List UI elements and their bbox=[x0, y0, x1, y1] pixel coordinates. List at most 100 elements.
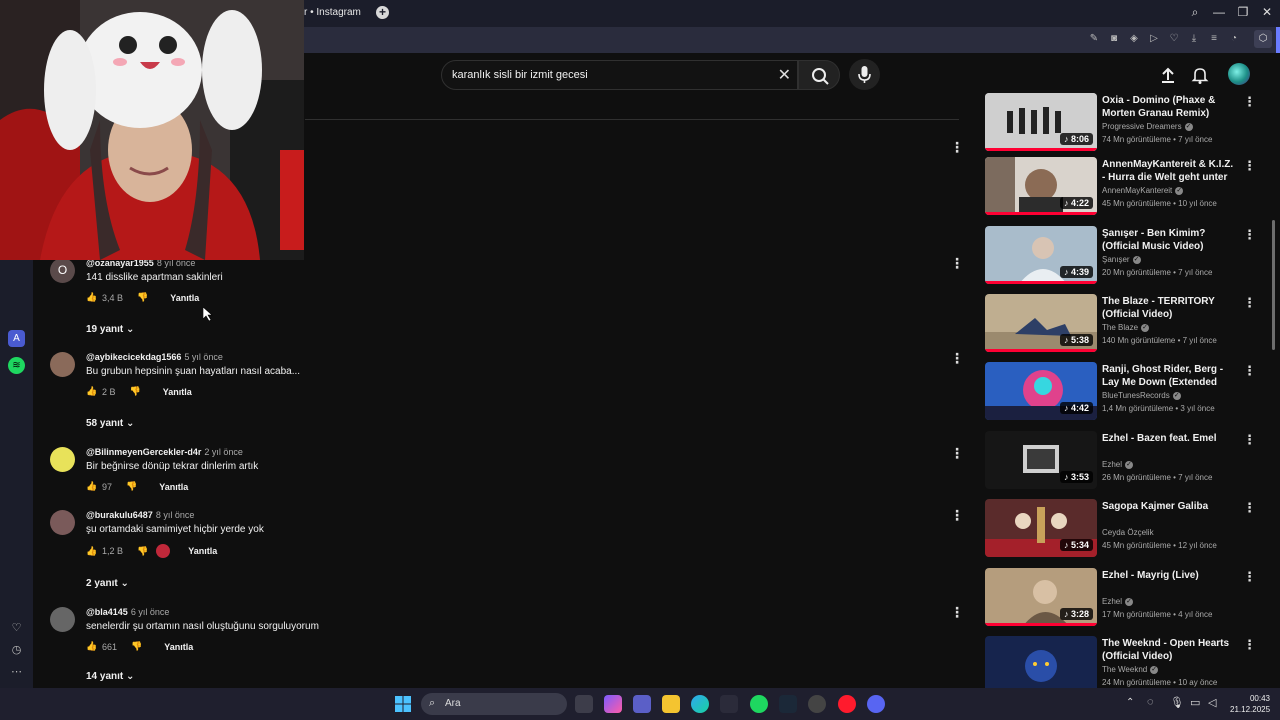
maximize-icon[interactable]: ❐ bbox=[1236, 4, 1250, 20]
chevron-up-icon[interactable]: ⌃ bbox=[1126, 697, 1134, 708]
related-video[interactable]: ♪ 3:53 Ezhel - Bazen feat. Emel Ezhel ✓ 2… bbox=[985, 431, 1256, 495]
video-thumbnail[interactable]: ♪ 4:39 bbox=[985, 226, 1097, 284]
dislike-icon[interactable]: 👎 bbox=[131, 641, 142, 652]
extensions-icon[interactable]: ⬡ bbox=[1254, 30, 1272, 48]
close-icon[interactable]: ✕ bbox=[778, 65, 791, 85]
like-icon[interactable]: 👍 bbox=[86, 546, 97, 557]
channel-name[interactable]: Progressive Dreamers bbox=[1102, 122, 1182, 131]
video-channel[interactable]: Ceyda Özçelik bbox=[1102, 528, 1154, 537]
avatar[interactable]: O bbox=[50, 258, 75, 283]
history-icon[interactable]: ◷ bbox=[8, 642, 25, 659]
channel-name[interactable]: Şanışer bbox=[1102, 255, 1130, 264]
related-video[interactable]: ♪ 5:34 Sagopa Kajmer Galiba Ceyda Özçeli… bbox=[985, 499, 1256, 563]
video-thumbnail[interactable]: ♪ 4:22 bbox=[985, 157, 1097, 215]
discord-icon[interactable] bbox=[867, 695, 885, 713]
opera-icon[interactable] bbox=[838, 695, 856, 713]
channel-name[interactable]: The Blaze bbox=[1102, 323, 1138, 332]
more-options-icon[interactable]: ⋮ bbox=[950, 351, 964, 365]
more-options-icon[interactable]: ⋮ bbox=[1243, 570, 1256, 583]
channel-name[interactable]: BlueTunesRecords bbox=[1102, 391, 1170, 400]
channel-name[interactable]: The Weeknd bbox=[1102, 665, 1147, 674]
comment-author[interactable]: @aybikecicekdag1566 bbox=[86, 352, 181, 362]
new-tab-button[interactable]: + bbox=[376, 6, 389, 19]
more-options-icon[interactable]: ⋮ bbox=[1243, 433, 1256, 446]
taskbar-search[interactable]: ⌕ Ara bbox=[421, 693, 567, 715]
replies-toggle[interactable]: 14 yanıt ⌄ bbox=[86, 671, 134, 682]
video-channel[interactable]: The Weeknd ✓ bbox=[1102, 665, 1159, 674]
comment-author[interactable]: @bla4145 bbox=[86, 607, 128, 617]
related-video[interactable]: The Weeknd - Open Hearts (Official Video… bbox=[985, 636, 1255, 688]
dislike-icon[interactable]: 👎 bbox=[137, 546, 148, 557]
like-icon[interactable]: 👍 bbox=[86, 481, 97, 492]
profile-icon[interactable]: ◔ bbox=[1228, 32, 1240, 46]
more-options-icon[interactable]: ⋮ bbox=[1243, 296, 1256, 309]
clock[interactable]: 00:43 21.12.2025 bbox=[1230, 693, 1270, 715]
spotify-icon[interactable] bbox=[750, 695, 768, 713]
search-query[interactable]: karanlık sisli bir izmit gecesi bbox=[452, 69, 588, 81]
comment-author[interactable]: @burakulu6487 bbox=[86, 510, 153, 520]
more-options-icon[interactable]: ⋮ bbox=[1243, 501, 1256, 514]
camera-icon[interactable]: ◙ bbox=[1108, 32, 1120, 46]
video-channel[interactable]: Şanışer ✓ bbox=[1102, 255, 1141, 264]
more-options-icon[interactable]: ⋮ bbox=[950, 140, 964, 154]
video-title[interactable]: The Weeknd - Open Hearts (Official Video… bbox=[1102, 637, 1238, 663]
close-window-icon[interactable]: ✕ bbox=[1260, 4, 1274, 20]
obs-icon[interactable] bbox=[808, 695, 826, 713]
edit-icon[interactable]: ✎ bbox=[1088, 32, 1100, 46]
spotify-icon[interactable]: ≋ bbox=[8, 357, 25, 374]
video-title[interactable]: Sagopa Kajmer Galiba bbox=[1102, 500, 1238, 513]
video-title[interactable]: Ezhel - Mayrig (Live) bbox=[1102, 569, 1238, 582]
edge-icon[interactable] bbox=[691, 695, 709, 713]
steam-icon[interactable] bbox=[779, 695, 797, 713]
video-thumbnail[interactable]: ♪ 8:06 bbox=[985, 93, 1097, 151]
aria-icon[interactable]: A bbox=[8, 330, 25, 347]
video-thumbnail[interactable]: ♪ 5:38 bbox=[985, 294, 1097, 352]
more-options-icon[interactable]: ⋮ bbox=[950, 605, 964, 619]
avatar[interactable] bbox=[50, 607, 75, 632]
reply-button[interactable]: Yanıtla bbox=[159, 482, 188, 492]
replies-toggle[interactable]: 19 yanıt ⌄ bbox=[86, 324, 134, 335]
video-channel[interactable]: Ezhel ✓ bbox=[1102, 597, 1134, 606]
video-title[interactable]: AnnenMayKantereit & K.I.Z. - Hurra die W… bbox=[1102, 158, 1238, 184]
more-icon[interactable]: ⋯ bbox=[8, 664, 25, 681]
display-icon[interactable]: ▭ bbox=[1190, 696, 1200, 709]
menu-icon[interactable]: ≡ bbox=[1208, 32, 1220, 46]
more-options-icon[interactable]: ⋮ bbox=[950, 256, 964, 270]
video-channel[interactable]: The Blaze ✓ bbox=[1102, 323, 1150, 332]
more-options-icon[interactable]: ⋮ bbox=[1243, 228, 1256, 241]
more-options-icon[interactable]: ⋮ bbox=[950, 446, 964, 460]
more-options-icon[interactable]: ⋮ bbox=[1243, 95, 1256, 108]
browser-tab-title[interactable]: r • Instagram bbox=[304, 7, 361, 18]
comment-author[interactable]: @BilinmeyenGercekler-d4r bbox=[86, 447, 201, 457]
notifications-button[interactable] bbox=[1190, 65, 1210, 85]
volume-icon[interactable]: ◁ bbox=[1208, 696, 1216, 709]
video-title[interactable]: The Blaze - TERRITORY (Official Video) bbox=[1102, 295, 1238, 321]
like-icon[interactable]: 👍 bbox=[86, 292, 97, 303]
scrollbar-thumb[interactable] bbox=[1272, 220, 1275, 350]
related-video[interactable]: ♪ 4:22 AnnenMayKantereit & K.I.Z. - Hurr… bbox=[985, 157, 1256, 221]
windows-start-icon[interactable] bbox=[395, 696, 411, 712]
channel-name[interactable]: AnnenMayKantereit bbox=[1102, 186, 1172, 195]
search-tabs-icon[interactable]: ⌕ bbox=[1188, 4, 1202, 20]
account-avatar[interactable] bbox=[1228, 63, 1250, 85]
like-icon[interactable]: 👍 bbox=[86, 641, 97, 652]
heart-icon[interactable]: ♡ bbox=[1168, 32, 1180, 46]
teams-icon[interactable] bbox=[633, 695, 651, 713]
video-channel[interactable]: BlueTunesRecords ✓ bbox=[1102, 391, 1181, 400]
search-input[interactable]: karanlık sisli bir izmit gecesi ✕ bbox=[441, 60, 798, 90]
download-icon[interactable]: ⤓ bbox=[1188, 32, 1200, 46]
video-thumbnail[interactable]: ♪ 4:42 bbox=[985, 362, 1097, 420]
shield-icon[interactable]: ◈ bbox=[1128, 32, 1140, 46]
related-video[interactable]: ♪ 8:06 Oxia - Domino (Phaxe & Morten Gra… bbox=[985, 93, 1256, 157]
video-thumbnail[interactable] bbox=[985, 636, 1097, 688]
reply-button[interactable]: Yanıtla bbox=[188, 546, 217, 556]
replies-toggle[interactable]: 2 yanıt ⌄ bbox=[86, 578, 129, 589]
video-title[interactable]: Ranji, Ghost Rider, Berg - Lay Me Down (… bbox=[1102, 363, 1238, 389]
channel-name[interactable]: Ceyda Özçelik bbox=[1102, 528, 1154, 537]
more-options-icon[interactable]: ⋮ bbox=[1243, 364, 1256, 377]
reply-button[interactable]: Yanıtla bbox=[170, 293, 199, 303]
like-icon[interactable]: 👍 bbox=[86, 386, 97, 397]
search-button[interactable] bbox=[798, 60, 840, 90]
dislike-icon[interactable]: 👎 bbox=[126, 481, 137, 492]
video-channel[interactable]: AnnenMayKantereit ✓ bbox=[1102, 186, 1184, 195]
